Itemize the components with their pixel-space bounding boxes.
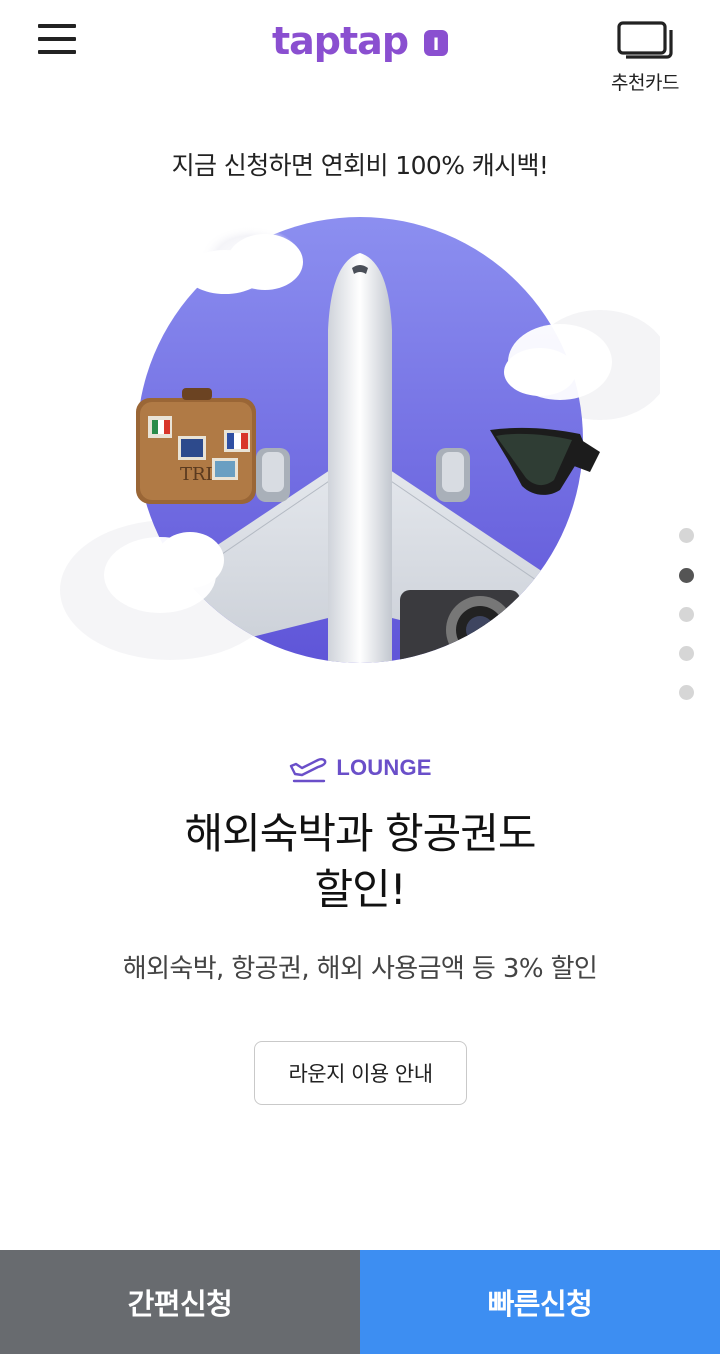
category-label: LOUNGE [336, 755, 432, 780]
promo-text: 지금 신청하면 연회비 100% 캐시백! [171, 151, 549, 180]
carousel-dot-5[interactable] [679, 685, 694, 700]
carousel-dot-2[interactable] [679, 568, 694, 583]
slide-title-line-1: 해외숙박과 항공권도 [184, 809, 536, 858]
carousel-pagination [679, 528, 695, 708]
suitcase-graphic: TRIP [136, 388, 256, 504]
carousel-dot-1[interactable] [679, 528, 694, 543]
logo-badge: I [433, 35, 439, 55]
lounge-guide-button[interactable]: 라운지 이용 안내 [254, 1041, 467, 1105]
taptap-logo[interactable]: taptap I [270, 14, 450, 66]
carousel-dot-3[interactable] [679, 607, 694, 622]
simple-apply-button[interactable]: 간편신청 [0, 1250, 360, 1354]
fast-apply-button[interactable]: 빠른신청 [360, 1250, 720, 1354]
airplane-takeoff-icon [290, 758, 327, 783]
carousel-dot-4[interactable] [679, 646, 694, 661]
recommend-cards-label: 추천카드 [611, 72, 679, 94]
header: taptap I 추천카드 [0, 0, 720, 100]
hero-illustration: TRIP [60, 190, 670, 690]
bottom-action-bar: 간편신청 빠른신청 [0, 1250, 720, 1354]
category-tag: LOUNGE [0, 752, 720, 788]
slide-title-line-2: 할인! [314, 865, 406, 914]
cards-stack-icon [617, 21, 673, 59]
slide-description: 해외숙박, 항공권, 해외 사용금액 등 3% 할인 [122, 954, 598, 984]
slide-title: 해외숙박과 항공권도 할인! [0, 806, 720, 918]
recommend-cards-button[interactable]: 추천카드 [600, 20, 690, 96]
hamburger-menu-icon[interactable] [38, 24, 78, 56]
logo-text: taptap [272, 19, 408, 63]
